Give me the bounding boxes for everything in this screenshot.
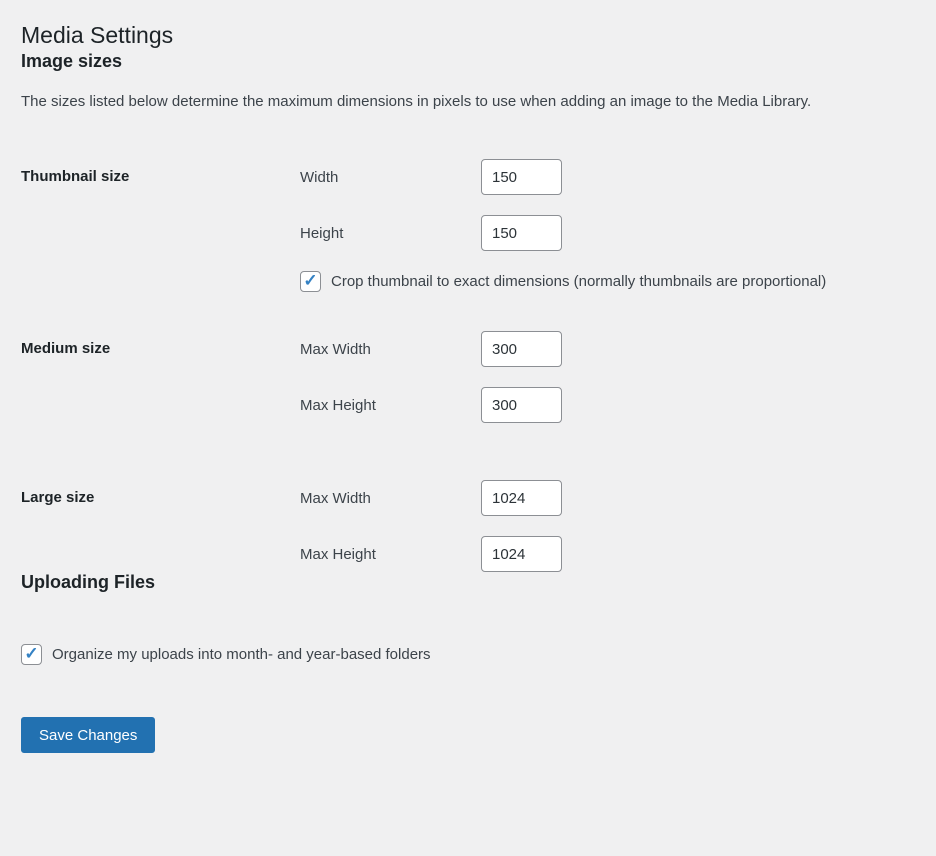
thumbnail-height-label: Height	[300, 224, 344, 242]
image-sizes-heading: Image sizes	[21, 50, 123, 71]
thumbnail-height-row: Height	[300, 215, 916, 252]
checkmark-icon: ✓	[303, 271, 318, 291]
medium-max-height-row: Max Height	[300, 387, 916, 424]
medium-max-width-label: Max Width	[300, 340, 371, 358]
image-sizes-description: The sizes listed below determine the max…	[21, 93, 812, 111]
medium-max-width-row: Max Width	[300, 331, 916, 368]
thumbnail-width-label: Width	[300, 168, 339, 186]
thumbnail-width-input[interactable]	[481, 159, 562, 196]
large-max-width-row: Max Width	[300, 480, 916, 517]
media-settings-page: Media Settings Image sizes The sizes lis…	[0, 0, 936, 754]
medium-max-height-input[interactable]	[481, 387, 562, 424]
crop-thumbnail-checkbox[interactable]: ✓	[300, 271, 321, 293]
organize-uploads-checkbox[interactable]: ✓	[21, 644, 42, 666]
crop-thumbnail-label: Crop thumbnail to exact dimensions (norm…	[331, 273, 827, 291]
crop-thumbnail-row: ✓ Crop thumbnail to exact dimensions (no…	[300, 271, 916, 293]
medium-max-height-label: Max Height	[300, 396, 376, 414]
thumbnail-size-label: Thumbnail size	[21, 168, 130, 186]
large-max-width-label: Max Width	[300, 489, 371, 507]
uploading-files-heading: Uploading Files	[21, 572, 156, 593]
medium-max-width-input[interactable]	[481, 331, 562, 368]
medium-size-label: Medium size	[21, 340, 111, 358]
large-size-group: Large size Max Width Max Height	[21, 480, 916, 573]
large-max-width-input[interactable]	[481, 480, 562, 517]
thumbnail-size-group: Thumbnail size Width Height ✓ Crop thumb…	[21, 159, 916, 293]
thumbnail-height-input[interactable]	[481, 215, 562, 252]
large-max-height-row: Max Height	[300, 536, 916, 573]
thumbnail-width-row: Width	[300, 159, 916, 196]
page-title: Media Settings	[21, 22, 174, 48]
medium-size-group: Medium size Max Width Max Height	[21, 331, 916, 424]
organize-uploads-label: Organize my uploads into month- and year…	[52, 646, 431, 664]
large-max-height-input[interactable]	[481, 536, 562, 573]
submit-row: Save Changes	[21, 717, 916, 754]
save-changes-button[interactable]: Save Changes	[21, 717, 156, 754]
large-max-height-label: Max Height	[300, 545, 376, 563]
large-size-label: Large size	[21, 489, 95, 507]
checkmark-icon: ✓	[24, 644, 39, 664]
image-sizes-form: Thumbnail size Width Height ✓ Crop thumb…	[21, 159, 916, 573]
organize-uploads-row: ✓ Organize my uploads into month- and ye…	[21, 644, 916, 666]
